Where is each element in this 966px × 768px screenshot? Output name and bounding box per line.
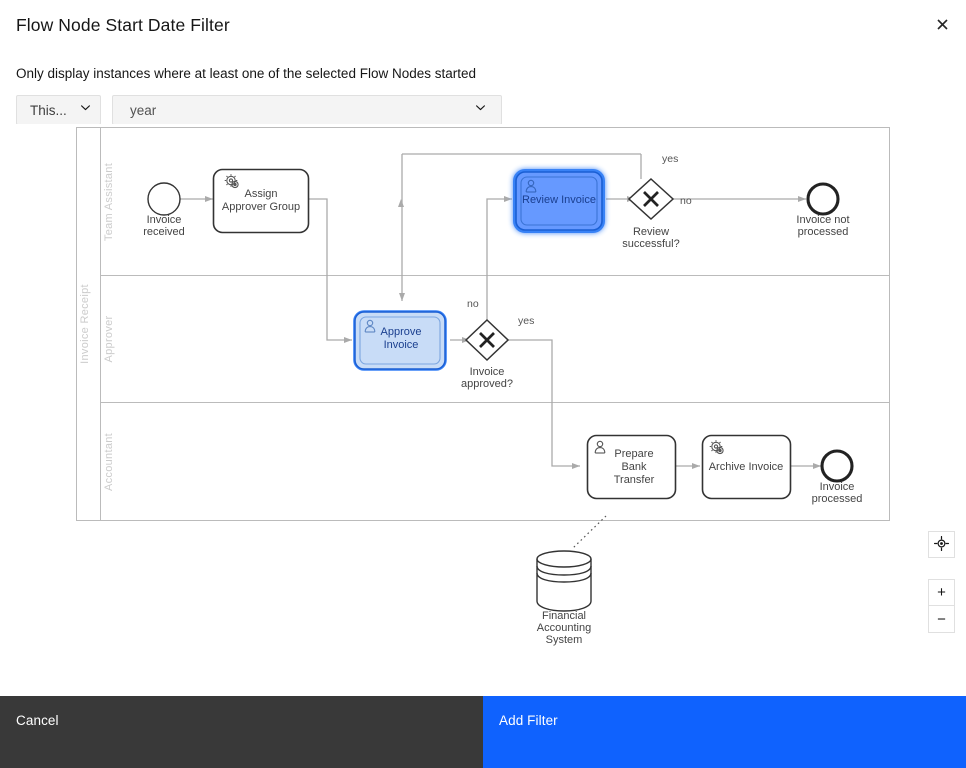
svg-text:Invoice: Invoice	[470, 366, 505, 378]
lane-label-approver: Approver	[103, 315, 115, 362]
lane-label-team-assistant: Team Assistant	[103, 163, 115, 241]
bpmn-node-financial-accounting-system: Financial Accounting System	[537, 551, 591, 646]
bpmn-node-approve-invoice: Approve Invoice	[355, 312, 445, 369]
svg-text:Accounting: Accounting	[537, 622, 591, 634]
pool-label: Invoice Receipt	[79, 284, 91, 364]
close-icon	[935, 17, 950, 32]
bpmn-node-prepare-bank-transfer: Prepare Bank Transfer	[588, 436, 676, 499]
bpmn-node-archive-invoice: Archive Invoice	[703, 436, 791, 499]
svg-text:Financial: Financial	[542, 610, 586, 622]
svg-text:processed: processed	[812, 493, 863, 505]
svg-text:Transfer: Transfer	[614, 474, 655, 486]
page-title: Flow Node Start Date Filter	[16, 15, 230, 36]
bpmn-diagram-canvas[interactable]: Invoice Receipt Team Assistant Approver …	[0, 124, 966, 696]
minus-icon: −	[937, 612, 946, 627]
chevron-down-icon	[474, 101, 487, 119]
edge-label-review-yes: yes	[662, 153, 678, 165]
svg-text:Review: Review	[633, 226, 669, 238]
svg-text:processed: processed	[798, 226, 849, 238]
edge-label-review-no: no	[680, 195, 692, 207]
svg-text:Review Invoice: Review Invoice	[522, 194, 596, 206]
modal-body: Only display instances where at least on…	[0, 56, 966, 696]
reset-zoom-button[interactable]	[928, 531, 955, 558]
add-filter-button[interactable]: Add Filter	[483, 696, 966, 768]
cancel-button[interactable]: Cancel	[0, 696, 483, 768]
close-button[interactable]	[918, 0, 966, 48]
bpmn-node-review-invoice: Review Invoice	[516, 172, 602, 230]
modal-header: Flow Node Start Date Filter	[0, 0, 966, 56]
svg-text:received: received	[143, 226, 185, 238]
zoom-in-button[interactable]: +	[928, 579, 955, 606]
svg-text:Prepare: Prepare	[614, 448, 653, 460]
helper-text: Only display instances where at least on…	[16, 65, 476, 83]
modal-footer: Cancel Add Filter	[0, 696, 966, 768]
relative-unit-value: This...	[30, 103, 67, 118]
date-unit-value: year	[130, 103, 156, 118]
svg-text:Invoice not: Invoice not	[796, 214, 849, 226]
svg-text:Approve: Approve	[381, 326, 422, 338]
svg-text:Archive Invoice: Archive Invoice	[709, 461, 784, 473]
svg-text:Bank: Bank	[621, 461, 647, 473]
relative-unit-dropdown[interactable]: This...	[16, 95, 101, 125]
data-store-icon	[537, 551, 591, 611]
svg-text:Invoice: Invoice	[820, 481, 855, 493]
edge-label-approved-yes: yes	[518, 315, 534, 327]
svg-text:Approver Group: Approver Group	[222, 201, 300, 213]
svg-text:System: System	[546, 634, 583, 646]
svg-text:approved?: approved?	[461, 378, 513, 390]
date-filter-controls: This... year	[16, 95, 502, 125]
flow-node-start-date-filter-modal: Flow Node Start Date Filter Only display…	[0, 0, 966, 768]
lane-label-accountant: Accountant	[103, 433, 115, 491]
svg-text:Invoice: Invoice	[147, 214, 182, 226]
date-unit-dropdown[interactable]: year	[112, 95, 502, 125]
zoom-out-button[interactable]: −	[928, 606, 955, 633]
svg-text:Invoice: Invoice	[384, 339, 419, 351]
plus-icon: +	[937, 585, 946, 600]
crosshair-icon	[934, 536, 949, 554]
diagram-zoom-controls: + −	[928, 531, 955, 633]
zoom-button-group: + −	[928, 579, 955, 633]
svg-text:successful?: successful?	[622, 238, 679, 250]
edge-label-approved-no: no	[467, 298, 479, 310]
chevron-down-icon	[79, 101, 92, 119]
bpmn-node-assign-approver-group: Assign Approver Group	[214, 170, 309, 233]
svg-text:Assign: Assign	[244, 188, 277, 200]
